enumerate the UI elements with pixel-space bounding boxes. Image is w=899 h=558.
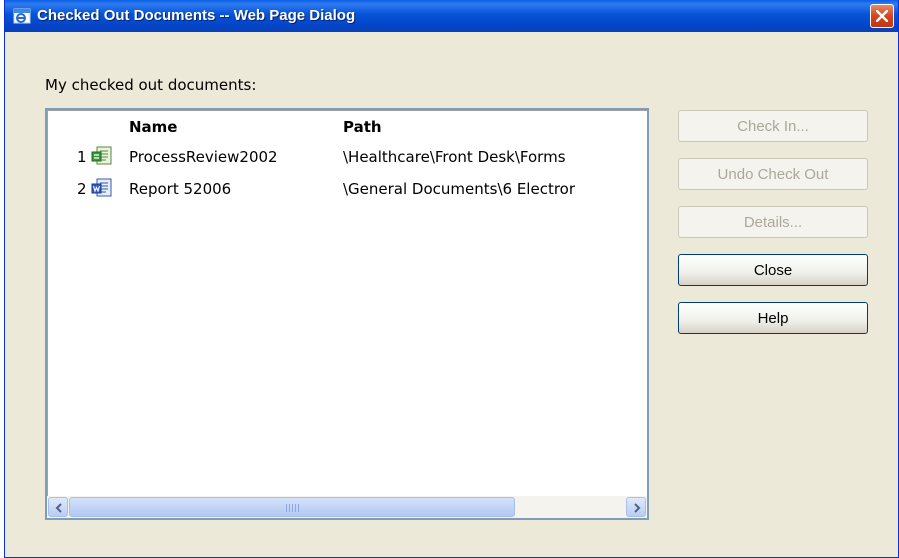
window-title: Checked Out Documents -- Web Page Dialog — [37, 7, 356, 24]
column-header-name[interactable]: Name — [129, 118, 177, 136]
document-name: Report 52006 — [129, 180, 232, 198]
undo-check-out-button[interactable]: Undo Check Out — [678, 158, 868, 190]
details-button[interactable]: Details... — [678, 206, 868, 238]
column-header-path[interactable]: Path — [343, 118, 382, 136]
row-number: 1 — [77, 148, 87, 166]
document-name: ProcessReview2002 — [129, 148, 278, 166]
document-path: \Healthcare\Front Desk\Forms — [343, 148, 566, 166]
checked-out-documents-list[interactable]: Name Path 1 ProcessReview2002 \Healthcar… — [45, 108, 649, 520]
dialog-window: Checked Out Documents -- Web Page Dialog… — [4, 0, 899, 558]
list-caption: My checked out documents: — [45, 76, 257, 94]
close-button[interactable]: Close — [678, 254, 868, 286]
document-path: \General Documents\6 Electror — [343, 180, 576, 198]
scroll-left-button[interactable] — [48, 497, 68, 517]
close-icon — [876, 10, 888, 22]
close-window-button[interactable] — [870, 4, 894, 28]
list-item[interactable]: 1 ProcessReview2002 \Healthcare\Front De… — [47, 144, 647, 170]
list-item[interactable]: 2 Report 52006 \General Documents\6 Elec… — [47, 176, 647, 202]
ie-dialog-icon — [13, 8, 31, 24]
help-button[interactable]: Help — [678, 302, 868, 334]
arrow-right-icon — [634, 503, 641, 513]
title-bar[interactable]: Checked Out Documents -- Web Page Dialog — [5, 0, 898, 32]
row-number: 2 — [77, 180, 87, 198]
check-in-button[interactable]: Check In... — [678, 110, 868, 142]
infopath-form-icon — [91, 146, 112, 165]
arrow-left-icon — [55, 503, 62, 513]
horizontal-scrollbar[interactable] — [47, 496, 647, 518]
scrollbar-grip — [286, 504, 300, 512]
word-document-icon — [91, 178, 112, 197]
scrollbar-thumb[interactable] — [69, 497, 515, 517]
scroll-right-button[interactable] — [626, 497, 646, 517]
